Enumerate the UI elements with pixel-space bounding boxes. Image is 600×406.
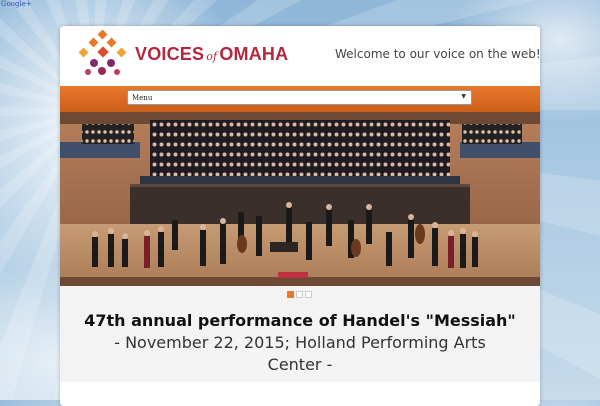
slider-pagination xyxy=(60,286,540,300)
menu-dropdown-label: Menu xyxy=(132,94,153,102)
slide-caption: 47th annual performance of Handel's "Mes… xyxy=(60,310,540,376)
caption-title: 47th annual performance of Handel's "Mes… xyxy=(84,311,516,330)
choir-photo xyxy=(60,112,540,286)
slider-dot-2[interactable] xyxy=(296,291,303,298)
welcome-message: Welcome to our voice on the web! xyxy=(335,47,540,61)
brand-of: of xyxy=(206,50,218,63)
hero-slide-image[interactable] xyxy=(60,112,540,286)
slider-dot-1[interactable] xyxy=(287,291,294,298)
brand-omaha: OMAHA xyxy=(219,44,289,64)
chevron-down-icon: ▼ xyxy=(461,93,466,100)
site-header: VOICES of OMAHA Welcome to our voice on th… xyxy=(60,26,540,86)
brand-voices: VOICES xyxy=(135,44,205,64)
caption-subtitle: - November 22, 2015; Holland Performing … xyxy=(114,333,486,374)
site-brand[interactable]: VOICES of OMAHA xyxy=(135,44,288,65)
slider-dot-3[interactable] xyxy=(305,291,312,298)
voices-logo-icon xyxy=(78,29,127,75)
menu-dropdown[interactable]: Menu ▼ xyxy=(127,90,472,105)
content-area xyxy=(60,382,540,406)
main-card: VOICES of OMAHA Welcome to our voice on th… xyxy=(60,26,540,406)
google-plus-link[interactable]: Google+ xyxy=(1,0,32,8)
nav-bar: Menu ▼ xyxy=(60,86,540,112)
